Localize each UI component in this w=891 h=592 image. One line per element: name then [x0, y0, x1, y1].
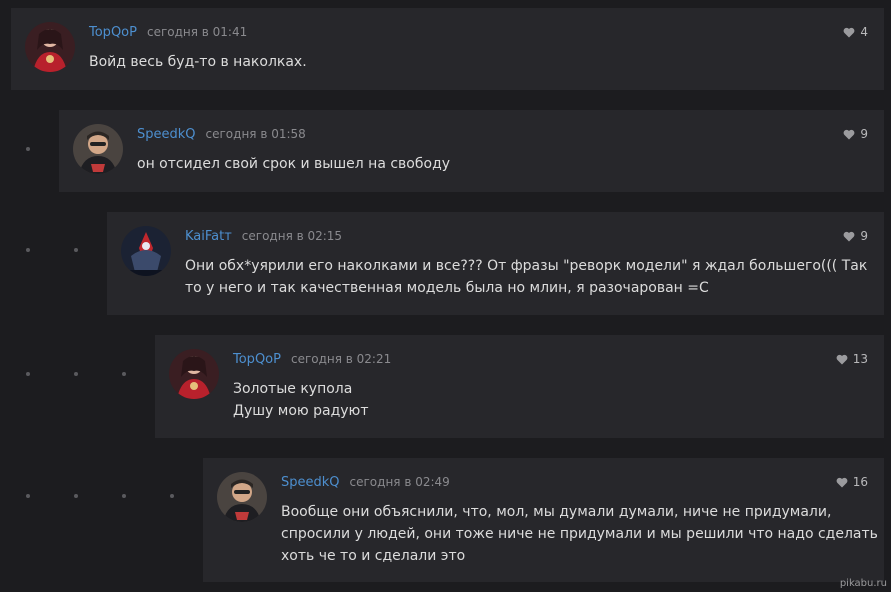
- comment-text: он отсидел свой срок и вышел на свободу: [137, 153, 864, 175]
- comment-line: спросили у людей, они тоже ниче не приду…: [281, 526, 878, 542]
- rating-count: 4: [860, 25, 868, 39]
- comment-header: KaiFatт сегодня в 02:15: [185, 229, 884, 247]
- author-link[interactable]: SpeedkQ: [281, 475, 340, 490]
- rating[interactable]: 9: [843, 127, 868, 141]
- thread-dot: [26, 372, 30, 376]
- comment-line: Войд весь буд-то в наколках.: [89, 54, 307, 70]
- rating[interactable]: 13: [836, 352, 868, 366]
- avatar[interactable]: [217, 472, 267, 522]
- avatar[interactable]: [73, 124, 123, 174]
- comment-time: сегодня в 01:41: [146, 25, 248, 39]
- comment-time: сегодня в 02:15: [241, 229, 343, 243]
- comment-time: сегодня в 02:49: [349, 475, 450, 489]
- avatar[interactable]: [121, 226, 171, 276]
- rating[interactable]: 16: [836, 475, 868, 489]
- comment-line: он отсидел свой срок и вышел на свободу: [137, 156, 451, 172]
- thread-dot: [26, 248, 30, 252]
- heart-icon: [843, 129, 855, 139]
- heart-icon: [843, 231, 855, 241]
- comment-time: сегодня в 01:58: [205, 127, 306, 141]
- comment-card: SpeedkQ сегодня в 01:58 9 он отсидел сво…: [59, 110, 884, 192]
- heart-icon: [843, 27, 855, 37]
- heart-icon: [836, 354, 848, 364]
- comment-line: Они обх*уярили его наколками и все??? От…: [185, 258, 868, 274]
- heart-icon: [836, 477, 848, 487]
- comment-text: Они обх*уярили его наколками и все??? От…: [185, 255, 868, 299]
- thread-dot: [26, 147, 30, 151]
- comment-line: Вообще они объяснили, что, мол, мы думал…: [281, 504, 832, 520]
- comment-card: SpeedkQ сегодня в 02:49 16 Вообще они об…: [203, 458, 884, 582]
- author-link[interactable]: TopQoP: [89, 25, 137, 40]
- thread-dot: [74, 494, 78, 498]
- thread-dot: [170, 494, 174, 498]
- author-link[interactable]: TopQoP: [233, 352, 281, 367]
- comment-text: Войд весь буд-то в наколках.: [89, 51, 864, 73]
- thread-dot: [122, 494, 126, 498]
- rating[interactable]: 9: [843, 229, 868, 243]
- comment-text: Вообще они объяснили, что, мол, мы думал…: [281, 501, 878, 567]
- thread-dot: [26, 494, 30, 498]
- comment-header: SpeedkQ сегодня в 01:58: [137, 127, 884, 145]
- watermark: pikabu.ru: [839, 578, 887, 589]
- thread-dot: [74, 248, 78, 252]
- comment-header: SpeedkQ сегодня в 02:49: [281, 475, 884, 493]
- thread-dot: [122, 372, 126, 376]
- comment-text: Золотые купола Душу мою радуют: [233, 378, 864, 422]
- author-link[interactable]: KaiFatт: [185, 229, 232, 244]
- comment-card: TopQoP сегодня в 02:21 13 Золотые купола…: [155, 335, 884, 438]
- comment-time: сегодня в 02:21: [290, 352, 392, 366]
- rating-count: 9: [860, 229, 868, 243]
- avatar[interactable]: [25, 22, 75, 72]
- thread-dot: [74, 372, 78, 376]
- rating-count: 13: [852, 352, 868, 366]
- avatar[interactable]: [169, 349, 219, 399]
- comment-line: хоть че то и сделали это: [281, 548, 466, 564]
- comment-card: TopQoP сегодня в 01:41 4 Войд весь буд-т…: [11, 8, 884, 90]
- comment-header: TopQoP сегодня в 02:21: [233, 352, 884, 370]
- rating-count: 9: [860, 127, 868, 141]
- comment-card: KaiFatт сегодня в 02:15 9 Они обх*уярили…: [107, 212, 884, 315]
- comment-header: TopQoP сегодня в 01:41: [89, 25, 884, 43]
- rating-count: 16: [852, 475, 868, 489]
- author-link[interactable]: SpeedkQ: [137, 127, 196, 142]
- comment-line: то у него и так качественная модель была…: [185, 280, 709, 296]
- comment-line: Душу мою радуют: [233, 403, 369, 419]
- comment-line: Золотые купола: [233, 381, 353, 397]
- rating[interactable]: 4: [843, 25, 868, 39]
